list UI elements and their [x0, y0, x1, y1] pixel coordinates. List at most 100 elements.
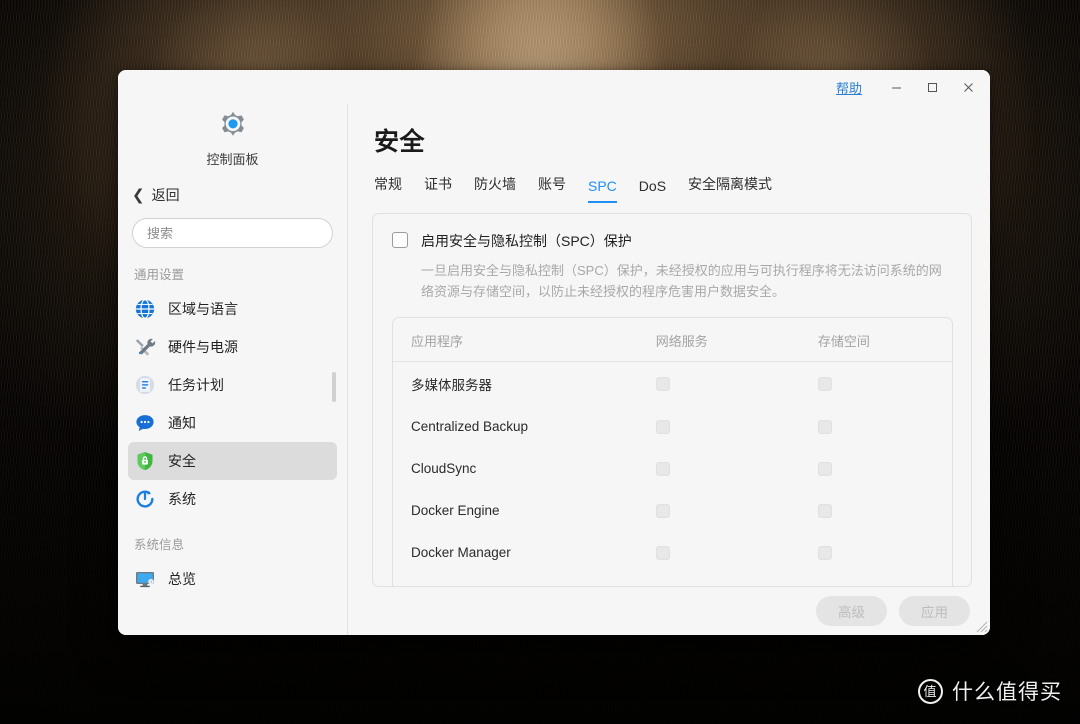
cell-storage	[818, 361, 952, 406]
tab-account[interactable]: 账号	[538, 174, 566, 203]
column-header-network: 网络服务	[656, 318, 818, 362]
storage-checkbox[interactable]	[818, 420, 832, 434]
sidebar-item-label: 系统	[168, 489, 196, 509]
search-box[interactable]	[132, 218, 333, 248]
sidebar-item-label: 任务计划	[168, 375, 224, 395]
cell-storage	[818, 532, 952, 574]
tab-firewall[interactable]: 防火墙	[474, 174, 516, 203]
back-label: 返回	[152, 185, 180, 205]
close-button[interactable]	[950, 72, 986, 102]
tools-icon	[134, 336, 156, 358]
cell-app-name: Centralized Backup	[393, 406, 656, 448]
help-link[interactable]: 帮助	[836, 78, 862, 97]
sidebar-group-label-general: 通用设置	[118, 248, 347, 290]
search-input[interactable]	[147, 226, 323, 241]
storage-checkbox[interactable]	[818, 377, 832, 391]
sidebar: 控制面板 ❮ 返回 通用设置	[118, 104, 348, 635]
apply-button[interactable]: 应用	[899, 596, 970, 626]
main-content: 安全 常规 证书 防火墙 账号 SPC DoS 安全隔离模式 启用安全与隐私控制…	[348, 104, 990, 635]
tab-certificate[interactable]: 证书	[424, 174, 452, 203]
advanced-button[interactable]: 高级	[816, 596, 887, 626]
cell-network	[656, 361, 818, 406]
cell-app-name: Docker Engine	[393, 490, 656, 532]
maximize-button[interactable]	[914, 72, 950, 102]
cell-storage	[818, 490, 952, 532]
window-resize-grip[interactable]	[973, 618, 988, 633]
sidebar-group-label-system-info: 系统信息	[118, 518, 347, 560]
spc-settings-card: 启用安全与隐私控制（SPC）保护 一旦启用安全与隐私控制（SPC）保护，未经授权…	[372, 213, 972, 587]
network-checkbox[interactable]	[656, 462, 670, 476]
spc-description: 一旦启用安全与隐私控制（SPC）保护，未经授权的应用与可执行程序将无法访问系统的…	[421, 260, 953, 303]
cell-app-name: 多媒体服务器	[393, 361, 656, 406]
sidebar-item-security[interactable]: 安全	[128, 442, 337, 480]
cell-network	[656, 532, 818, 574]
sidebar-item-label: 安全	[168, 451, 196, 471]
sidebar-item-task-scheduler[interactable]: 任务计划	[128, 366, 337, 404]
cell-storage	[818, 448, 952, 490]
shield-lock-icon	[134, 450, 156, 472]
column-header-storage: 存储空间	[818, 318, 952, 362]
tab-bar: 常规 证书 防火墙 账号 SPC DoS 安全隔离模式	[372, 158, 972, 203]
network-checkbox[interactable]	[656, 504, 670, 518]
control-panel-title: 控制面板	[118, 149, 347, 168]
column-header-application: 应用程序	[393, 318, 656, 362]
table-row: 多媒体服务器	[393, 361, 952, 406]
sidebar-item-system[interactable]: 系统	[128, 480, 337, 518]
window-body: 控制面板 ❮ 返回 通用设置	[118, 104, 990, 635]
cell-storage	[818, 574, 952, 587]
power-refresh-icon	[134, 488, 156, 510]
spc-enable-label: 启用安全与隐私控制（SPC）保护	[421, 231, 632, 251]
storage-checkbox[interactable]	[818, 504, 832, 518]
sidebar-item-notifications[interactable]: 通知	[128, 404, 337, 442]
window-titlebar: 帮助	[118, 70, 990, 104]
cell-network	[656, 448, 818, 490]
sidebar-scrollbar-thumb[interactable]	[332, 372, 336, 402]
watermark: 值 什么值得买	[918, 676, 1062, 706]
gear-icon	[217, 110, 249, 142]
cell-network	[656, 406, 818, 448]
monitor-icon: i	[134, 568, 156, 590]
sidebar-item-hardware-power[interactable]: 硬件与电源	[128, 328, 337, 366]
table-row: Centralized Backup	[393, 406, 952, 448]
back-button[interactable]: ❮ 返回	[118, 182, 347, 208]
network-checkbox[interactable]	[656, 546, 670, 560]
storage-checkbox[interactable]	[818, 546, 832, 560]
control-panel-window: 帮助	[118, 70, 990, 635]
action-bar: 高级 应用	[372, 587, 972, 635]
watermark-text: 什么值得买	[952, 676, 1062, 706]
chat-bubble-icon	[134, 412, 156, 434]
table-row: Docker Manager	[393, 532, 952, 574]
cell-app-name: CloudSync	[393, 448, 656, 490]
desktop-background: 帮助	[0, 0, 1080, 724]
sidebar-item-label: 区域与语言	[168, 299, 238, 319]
cell-app-name: Docker Manager	[393, 532, 656, 574]
minimize-button[interactable]	[878, 72, 914, 102]
sidebar-item-region-language[interactable]: 区域与语言	[128, 290, 337, 328]
task-list-icon	[134, 374, 156, 396]
table-row: CloudSync	[393, 448, 952, 490]
spc-application-table: 应用程序 网络服务 存储空间 多媒体服务器	[393, 318, 952, 587]
tab-isolation-mode[interactable]: 安全隔离模式	[688, 174, 772, 203]
tab-dos[interactable]: DoS	[639, 178, 666, 203]
sidebar-scroll-area: 控制面板 ❮ 返回 通用设置	[118, 104, 347, 635]
cell-network	[656, 490, 818, 532]
network-checkbox[interactable]	[656, 377, 670, 391]
cell-storage	[818, 406, 952, 448]
sidebar-item-overview[interactable]: i 总览	[128, 560, 337, 598]
table-header-row: 应用程序 网络服务 存储空间	[393, 318, 952, 362]
page-title: 安全	[372, 104, 972, 158]
spc-enable-checkbox[interactable]	[392, 232, 408, 248]
table-row: Duple Backup	[393, 574, 952, 587]
cell-app-name: Duple Backup	[393, 574, 656, 587]
storage-checkbox[interactable]	[818, 462, 832, 476]
tab-general[interactable]: 常规	[374, 174, 402, 203]
watermark-badge: 值	[918, 679, 943, 704]
svg-text:i: i	[151, 579, 152, 584]
table-row: Docker Engine	[393, 490, 952, 532]
tab-spc[interactable]: SPC	[588, 178, 617, 203]
network-checkbox[interactable]	[656, 420, 670, 434]
sidebar-item-label: 总览	[168, 569, 196, 589]
spc-application-table-card: 应用程序 网络服务 存储空间 多媒体服务器	[392, 317, 953, 587]
chevron-left-icon: ❮	[132, 188, 145, 203]
sidebar-item-label: 硬件与电源	[168, 337, 238, 357]
